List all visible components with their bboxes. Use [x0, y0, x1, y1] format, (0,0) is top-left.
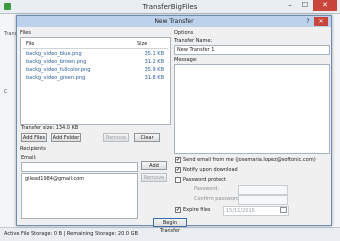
main-window-titlebar: TransferBigFiles – ☐ ✕ — [0, 0, 340, 14]
files-section-label: Files — [20, 30, 31, 36]
notify-download-checkbox[interactable]: ✔ — [175, 167, 181, 173]
confirm-password-input[interactable] — [238, 195, 288, 205]
password-label: Password: — [194, 186, 220, 192]
file-row[interactable]: backg_video_brown.png 31.2 KB — [23, 59, 168, 66]
help-button[interactable]: ? — [304, 17, 312, 26]
transfer-size-label: Transfer size: 134.0 KB — [21, 125, 79, 131]
file-size: 35.1 KB — [144, 51, 164, 57]
remove-file-button[interactable]: Remove — [103, 133, 129, 142]
file-name: backg_video_blue.png — [26, 51, 82, 57]
send-email-checkbox[interactable]: ✔ — [175, 157, 181, 163]
recipients-section-label: Recipients — [20, 146, 46, 152]
confirm-password-label: Confirm password: — [194, 196, 241, 202]
expire-files-label: Expire files — [183, 207, 211, 213]
file-name: backg_video_fullcolor.png — [26, 67, 91, 73]
password-input[interactable] — [238, 185, 288, 195]
maximize-button[interactable]: ☐ — [298, 0, 312, 11]
calendar-icon[interactable] — [280, 207, 287, 213]
add-recipient-button[interactable]: Add — [141, 161, 167, 170]
email-label: Email: — [21, 155, 37, 161]
message-textarea[interactable] — [174, 64, 330, 154]
password-protect-checkbox[interactable] — [175, 177, 181, 183]
expire-date-value: 15/11/2015 — [226, 208, 255, 214]
header-divider — [23, 48, 168, 49]
remove-recipient-button[interactable]: Remove — [141, 173, 167, 182]
transfer-name-input[interactable]: New Transfer 1 — [174, 45, 330, 55]
options-section-label: Options — [174, 30, 194, 36]
close-button[interactable]: ✕ — [313, 0, 337, 11]
minimize-button[interactable]: – — [283, 0, 297, 11]
recipient-item[interactable]: gilead1984@gmail.com — [25, 176, 84, 182]
expire-date-picker[interactable]: 15/11/2015 — [223, 206, 289, 216]
clear-files-button[interactable]: Clear — [134, 133, 160, 142]
column-header-file[interactable]: File — [26, 41, 34, 47]
file-name: backg_video_brown.png — [26, 59, 87, 65]
file-size: 35.9 KB — [144, 67, 164, 73]
file-row[interactable]: backg_video_green.png 31.8 KB — [23, 75, 168, 82]
transfer-name-label: Transfer Name: — [174, 38, 213, 44]
background-list-fragment: C — [4, 89, 8, 95]
new-transfer-dialog: New Transfer ? ✕ Files File Size backg_v… — [16, 15, 332, 234]
add-files-button[interactable]: Add Files — [21, 133, 47, 142]
dialog-title: New Transfer — [154, 18, 194, 25]
email-input[interactable] — [21, 162, 138, 172]
dialog-close-button[interactable]: ✕ — [314, 17, 328, 26]
recipients-list[interactable]: gilead1984@gmail.com — [21, 173, 138, 219]
file-row[interactable]: backg_video_fullcolor.png 35.9 KB — [23, 67, 168, 74]
file-row[interactable]: backg_video_blue.png 35.1 KB — [23, 51, 168, 58]
file-name: backg_video_green.png — [26, 75, 86, 81]
add-folder-button[interactable]: Add Folder — [51, 133, 81, 142]
message-label: Message: — [174, 57, 198, 63]
expire-files-checkbox[interactable]: ✔ — [175, 207, 181, 213]
column-header-size[interactable]: Size — [137, 41, 147, 47]
dialog-titlebar: New Transfer ? ✕ — [17, 16, 331, 27]
files-list[interactable]: File Size backg_video_blue.png 35.1 KB ba… — [20, 37, 171, 125]
file-size: 31.2 KB — [144, 59, 164, 65]
begin-transfer-button[interactable]: Begin Transfer — [153, 218, 187, 234]
password-protect-label: Password protect — [183, 177, 226, 183]
transfer-name-value: New Transfer 1 — [177, 47, 215, 53]
file-size: 31.8 KB — [144, 75, 164, 81]
notify-download-label: Notify upon download — [183, 167, 238, 173]
send-email-label: Send email from me (josemaria.lopez@soft… — [183, 157, 316, 163]
